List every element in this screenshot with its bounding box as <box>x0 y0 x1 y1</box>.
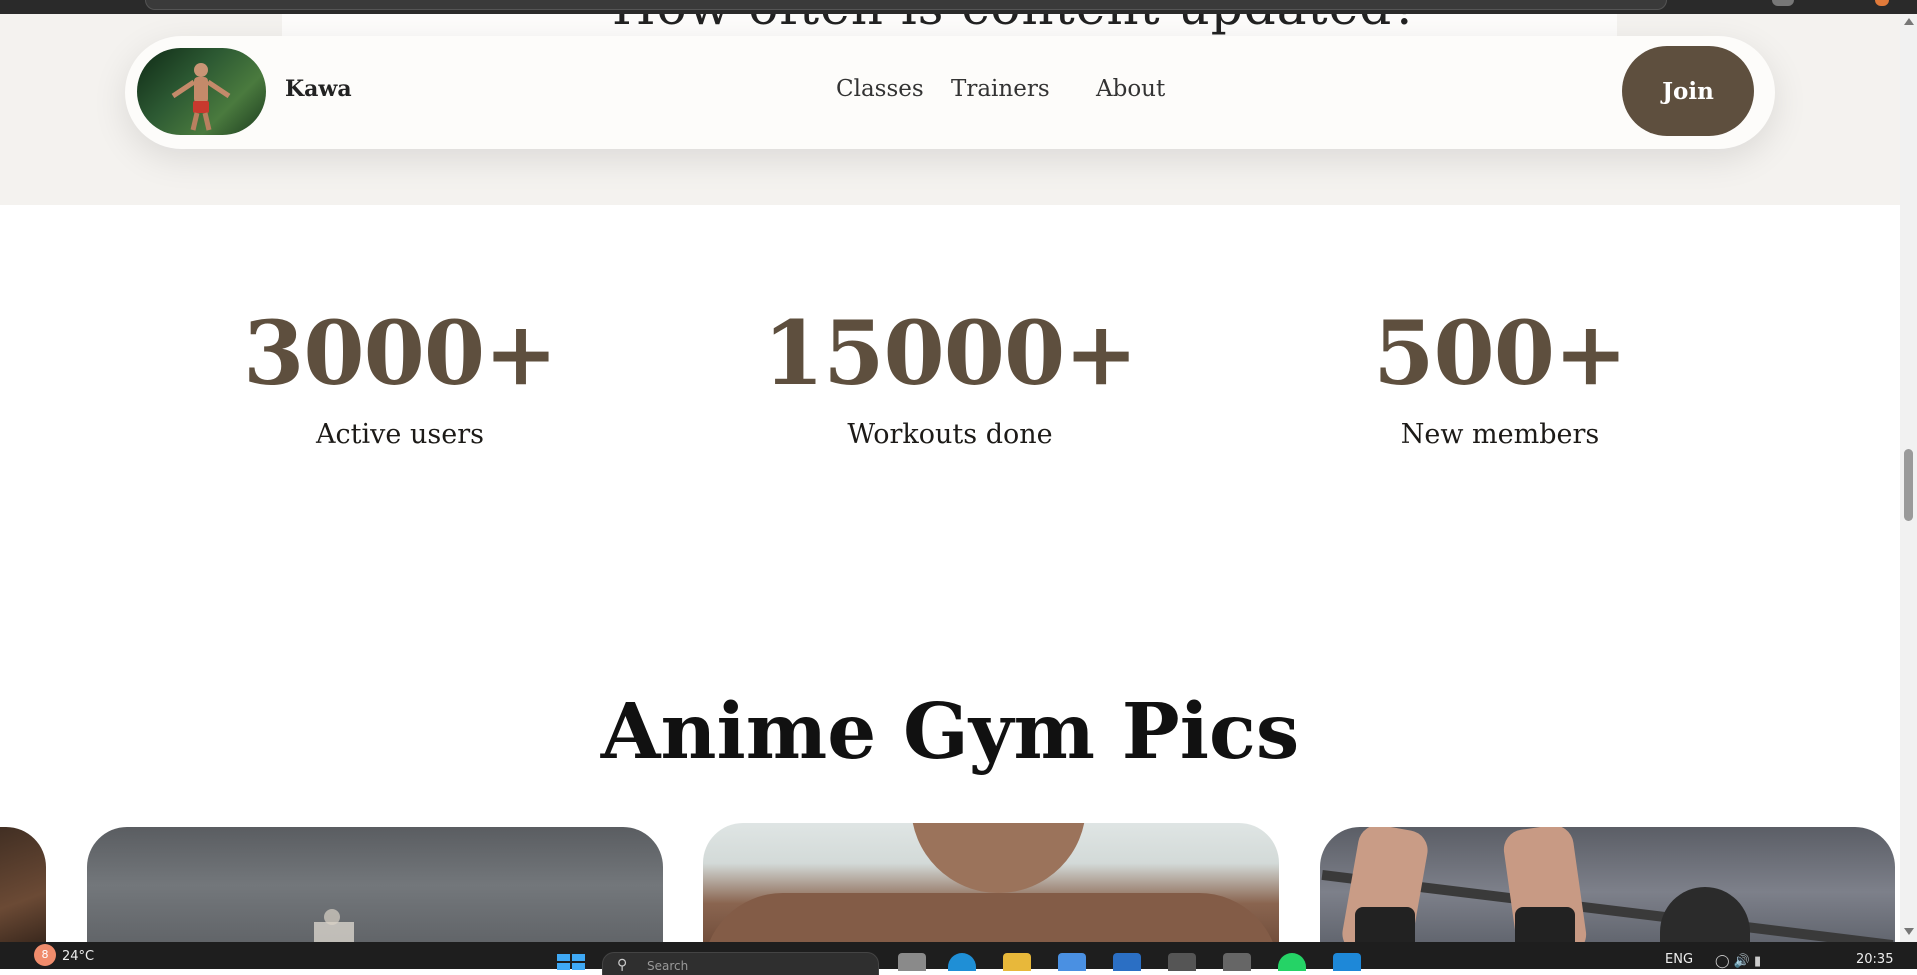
scroll-up-icon[interactable] <box>1904 18 1914 25</box>
clock[interactable]: 20:35 <box>1856 952 1893 967</box>
stat-label: New members <box>1400 419 1600 450</box>
gallery-title: Anime Gym Pics <box>600 687 1300 777</box>
gallery-photo[interactable] <box>0 827 46 942</box>
scroll-down-icon[interactable] <box>1904 928 1914 935</box>
faq-question[interactable]: How often is content updated? <box>612 14 1420 36</box>
logo-avatar[interactable] <box>137 48 266 135</box>
task-view-icon[interactable] <box>898 953 926 971</box>
gallery-photo[interactable] <box>703 823 1279 942</box>
person-silhouette-icon <box>171 63 231 131</box>
search-placeholder: Search <box>647 959 689 973</box>
join-button[interactable]: Join <box>1622 46 1754 136</box>
stat-value: 500+ <box>1373 301 1627 405</box>
photo-plate <box>1660 887 1750 942</box>
store-icon[interactable] <box>1058 953 1086 971</box>
nav-link-about[interactable]: About <box>1096 76 1165 102</box>
photo-torso <box>703 893 1279 942</box>
file-explorer-icon[interactable] <box>1003 953 1031 971</box>
photo-sock <box>1515 907 1575 942</box>
stat-workouts-done: 15000+ Workouts done <box>750 309 1150 450</box>
notification-badge[interactable]: 8 <box>34 944 56 966</box>
browser-top-bar <box>0 0 1917 14</box>
page-scrollbar[interactable] <box>1900 14 1917 942</box>
stat-value: 15000+ <box>763 301 1138 405</box>
language-indicator[interactable]: ENG <box>1665 952 1693 967</box>
stat-value: 3000+ <box>243 301 558 405</box>
profile-button[interactable] <box>1772 0 1794 6</box>
edge-browser-icon[interactable] <box>948 953 976 971</box>
gallery-photo[interactable] <box>87 827 663 942</box>
windows-taskbar: 8 24°C ⚲ Search ENG ◯ 🔊 ▮ 20:35 <box>0 942 1917 975</box>
scrollbar-thumb[interactable] <box>1904 449 1913 521</box>
stat-active-users: 3000+ Active users <box>200 309 600 450</box>
gallery-photo[interactable] <box>1320 827 1895 942</box>
windows-start-icon[interactable] <box>557 954 585 970</box>
taskbar-search[interactable]: ⚲ Search <box>602 952 879 975</box>
navbar: Kawa Classes Trainers About Join <box>125 36 1775 149</box>
figure-silhouette-icon <box>314 909 354 942</box>
photo-sock <box>1355 907 1415 942</box>
app-icon[interactable] <box>1113 953 1141 971</box>
page-viewport: How often is content updated? Kawa Class… <box>0 14 1900 942</box>
weather-temperature[interactable]: 24°C <box>62 949 94 964</box>
stat-new-members: 500+ New members <box>1300 309 1700 450</box>
whatsapp-icon[interactable] <box>1278 953 1306 971</box>
extension-icon[interactable] <box>1875 0 1889 6</box>
stat-label: Active users <box>316 419 484 450</box>
app-icon[interactable] <box>1168 953 1196 971</box>
nav-link-classes[interactable]: Classes <box>836 76 924 102</box>
nav-link-trainers[interactable]: Trainers <box>951 76 1050 102</box>
search-icon: ⚲ <box>617 957 628 973</box>
brand-name[interactable]: Kawa <box>285 76 352 102</box>
stat-label: Workouts done <box>847 419 1053 450</box>
photo-face <box>911 823 1086 893</box>
chatgpt-icon[interactable] <box>1223 953 1251 971</box>
address-bar[interactable] <box>145 0 1667 10</box>
system-tray-icons[interactable]: ◯ 🔊 ▮ <box>1715 954 1761 969</box>
vscode-icon[interactable] <box>1333 953 1361 971</box>
